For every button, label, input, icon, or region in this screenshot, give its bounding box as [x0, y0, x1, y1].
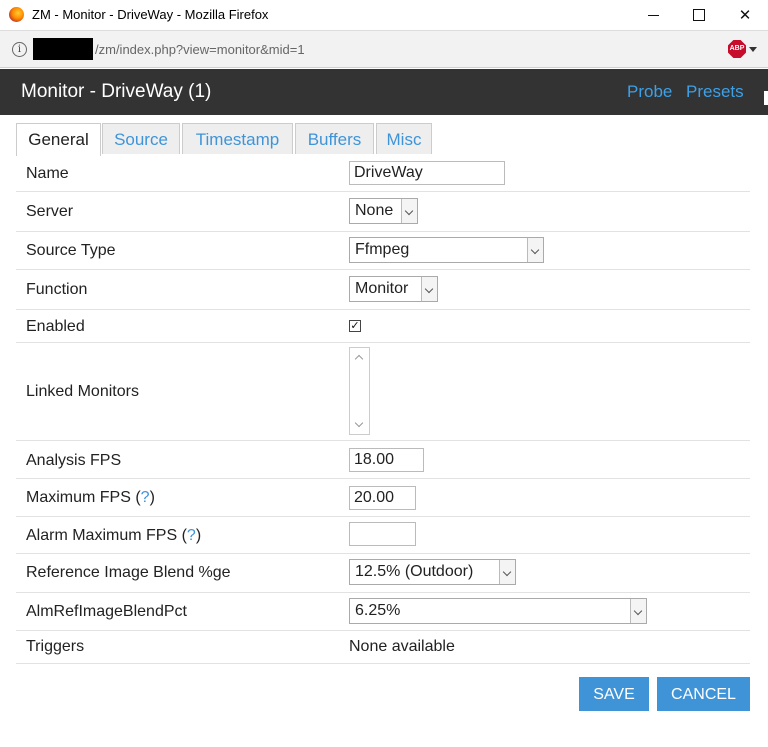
- minimize-icon: [647, 14, 659, 16]
- adblock-icon[interactable]: ABP: [728, 40, 746, 58]
- row-source-type: Source Type Ffmpeg: [16, 232, 750, 270]
- maximize-icon: [693, 9, 705, 21]
- reference-blend-label: Reference Image Blend %ge: [26, 564, 231, 581]
- triggers-label: Triggers: [26, 638, 85, 655]
- row-name: Name DriveWay: [16, 155, 750, 192]
- save-button[interactable]: SAVE: [579, 677, 649, 711]
- info-icon[interactable]: i: [12, 42, 27, 57]
- source-type-label: Source Type: [26, 242, 116, 259]
- source-type-value: Ffmpeg: [355, 241, 410, 258]
- row-enabled: Enabled ✓: [16, 310, 750, 343]
- scroll-down-icon[interactable]: [354, 418, 364, 428]
- maximize-button[interactable]: [676, 0, 722, 30]
- row-linked-monitors: Linked Monitors: [16, 343, 750, 441]
- redacted-host: [33, 38, 93, 60]
- alarm-maximum-fps-input[interactable]: [349, 522, 416, 546]
- chevron-down-icon: [527, 238, 543, 262]
- alm-ref-blend-value: 6.25%: [355, 602, 401, 619]
- source-type-select[interactable]: Ffmpeg: [349, 237, 544, 263]
- maximum-fps-label-text: Maximum FPS (: [26, 489, 141, 506]
- probe-link[interactable]: Probe: [627, 82, 672, 102]
- server-value: None: [355, 202, 394, 219]
- tab-general[interactable]: General: [16, 123, 101, 156]
- function-label: Function: [26, 281, 88, 298]
- chevron-down-icon: [401, 199, 417, 223]
- cancel-button[interactable]: CANCEL: [657, 677, 750, 711]
- row-analysis-fps: Analysis FPS 18.00: [16, 441, 750, 479]
- alarm-maximum-fps-label-text: Alarm Maximum FPS (: [26, 527, 187, 544]
- tab-source[interactable]: Source: [102, 123, 180, 154]
- presets-link[interactable]: Presets: [686, 82, 744, 102]
- address-bar[interactable]: i /zm/index.php?view=monitor&mid=1 ABP: [0, 30, 768, 68]
- maximum-fps-label: Maximum FPS (?): [26, 489, 155, 507]
- enabled-checkbox[interactable]: ✓: [349, 320, 361, 332]
- row-maximum-fps: Maximum FPS (?) 20.00: [16, 479, 750, 517]
- maximum-fps-help-link[interactable]: ?: [141, 489, 150, 506]
- close-icon: ✕: [738, 7, 752, 24]
- alarm-maximum-fps-help-link[interactable]: ?: [187, 527, 196, 544]
- reference-blend-value: 12.5% (Outdoor): [355, 563, 474, 580]
- enabled-label: Enabled: [26, 318, 85, 335]
- server-select[interactable]: None: [349, 198, 418, 224]
- chevron-down-icon: [421, 277, 437, 301]
- analysis-fps-input[interactable]: 18.00: [349, 448, 424, 472]
- alm-ref-blend-label: AlmRefImageBlendPct: [26, 603, 187, 620]
- maximum-fps-label-close: ): [149, 489, 155, 506]
- url-text[interactable]: /zm/index.php?view=monitor&mid=1: [95, 42, 305, 57]
- window-titlebar: ZM - Monitor - DriveWay - Mozilla Firefo…: [0, 0, 768, 30]
- row-triggers: Triggers None available: [16, 631, 750, 664]
- chevron-down-icon[interactable]: [749, 47, 757, 52]
- row-server: Server None: [16, 192, 750, 232]
- row-alarm-maximum-fps: Alarm Maximum FPS (?): [16, 517, 750, 554]
- name-input[interactable]: DriveWay: [349, 161, 505, 185]
- close-button[interactable]: ✕: [722, 0, 768, 30]
- tab-buffers[interactable]: Buffers: [295, 123, 374, 154]
- firefox-icon: [9, 7, 24, 22]
- scroll-up-icon[interactable]: [354, 354, 364, 364]
- tab-misc[interactable]: Misc: [376, 123, 432, 154]
- chevron-down-icon: [630, 599, 646, 623]
- function-value: Monitor: [355, 280, 409, 297]
- alarm-maximum-fps-label: Alarm Maximum FPS (?): [26, 527, 201, 545]
- row-reference-blend: Reference Image Blend %ge 12.5% (Outdoor…: [16, 554, 750, 593]
- alarm-maximum-fps-label-close: ): [195, 527, 202, 544]
- analysis-fps-label: Analysis FPS: [26, 452, 122, 469]
- minimize-button[interactable]: [630, 0, 676, 30]
- server-label: Server: [26, 203, 74, 220]
- row-alm-ref-blend: AlmRefImageBlendPct 6.25%: [16, 593, 750, 631]
- alm-ref-blend-select[interactable]: 6.25%: [349, 598, 647, 624]
- row-function: Function Monitor: [16, 270, 750, 310]
- linked-monitors-list[interactable]: [349, 347, 370, 435]
- linked-monitors-label: Linked Monitors: [26, 383, 139, 400]
- function-select[interactable]: Monitor: [349, 276, 438, 302]
- triggers-value: None available: [349, 638, 455, 655]
- reference-blend-select[interactable]: 12.5% (Outdoor): [349, 559, 516, 585]
- maximum-fps-input[interactable]: 20.00: [349, 486, 416, 510]
- chevron-down-icon: [499, 560, 515, 584]
- window-title: ZM - Monitor - DriveWay - Mozilla Firefo…: [32, 7, 269, 22]
- tab-timestamp[interactable]: Timestamp: [182, 123, 293, 154]
- scrollbar-edge: [764, 91, 768, 105]
- page-header: Monitor - DriveWay (1) Probe Presets: [0, 69, 768, 115]
- page-title: Monitor - DriveWay (1): [21, 81, 212, 102]
- name-label: Name: [26, 165, 69, 182]
